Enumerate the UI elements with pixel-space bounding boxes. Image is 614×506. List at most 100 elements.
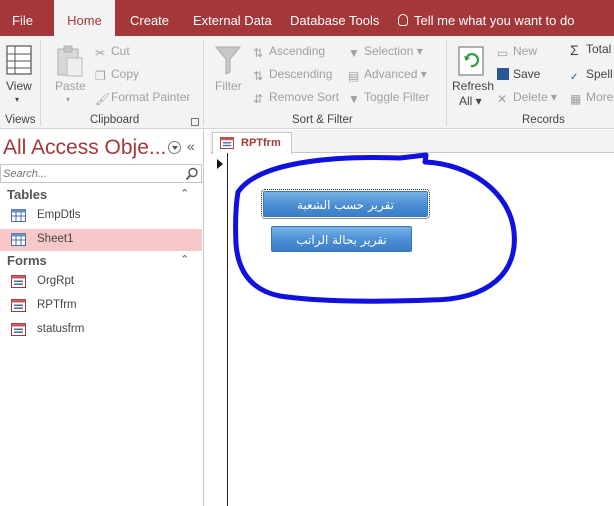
document-area: RPTfrm تقرير حسب الشعبة تقرير بحالة الرا… — [210, 130, 614, 506]
filter-icon — [214, 46, 242, 75]
paste-icon — [57, 45, 83, 77]
sigma-icon: Σ — [570, 42, 579, 58]
advanced-label: Advanced — [364, 67, 418, 81]
nav-search-input[interactable] — [3, 166, 179, 181]
form-icon — [11, 299, 26, 312]
cut-label: Cut — [111, 44, 130, 58]
ascending-label: Ascending — [269, 44, 326, 58]
new-record-icon: ▭ — [497, 46, 509, 60]
shutter-bar-close-icon[interactable]: « — [187, 138, 195, 154]
tables-section-header[interactable]: Tables ⌃ — [0, 184, 202, 206]
view-button[interactable]: View — [6, 79, 32, 93]
paste-dropdown-icon[interactable]: ▾ — [66, 95, 70, 104]
new-label: New — [513, 44, 538, 58]
refresh-all-button[interactable]: All ▾ — [459, 94, 482, 108]
nav-item-table[interactable]: EmpDtls — [0, 205, 202, 227]
filter-button[interactable]: Filter — [215, 79, 242, 93]
delete-icon: ✕ — [497, 92, 508, 106]
remove-sort-icon: ⇵ — [253, 92, 264, 106]
brush-icon: 🖌 — [95, 92, 111, 106]
nav-item-label: OrgRpt — [37, 275, 75, 287]
nav-item-form[interactable]: RPTfrm — [0, 295, 202, 317]
more-button[interactable]: ▦ More — [570, 90, 614, 106]
nav-item-form[interactable]: statusfrm — [0, 319, 202, 341]
view-icon — [6, 45, 32, 75]
format-painter-button[interactable]: 🖌Format Painter — [95, 90, 190, 106]
document-tab-rptfrm[interactable]: RPTfrm — [212, 132, 292, 154]
totals-label: Total — [586, 42, 612, 56]
clipboard-launcher-icon[interactable] — [191, 118, 199, 126]
form-icon — [11, 275, 26, 288]
save-icon — [497, 68, 509, 80]
totals-button[interactable]: Σ Total — [570, 42, 612, 58]
refresh-button[interactable]: Refresh — [452, 79, 494, 93]
forms-section-header[interactable]: Forms ⌃ — [0, 250, 202, 272]
collapse-section-icon[interactable]: ⌃ — [180, 187, 189, 200]
view-dropdown-icon[interactable]: ▾ — [15, 95, 19, 104]
records-group-label: Records — [522, 114, 565, 126]
ribbon-separator — [446, 40, 447, 126]
views-group-label: Views — [5, 114, 36, 126]
table-icon — [11, 209, 26, 222]
nav-item-table[interactable]: Sheet1 — [0, 229, 202, 251]
tell-me-box[interactable]: Tell me what you want to do — [398, 0, 574, 36]
nav-search-box — [0, 164, 202, 183]
ribbon-separator — [203, 40, 204, 126]
nav-item-label: Sheet1 — [37, 233, 74, 245]
cut-button[interactable]: ✂ Cut — [95, 44, 130, 60]
document-tab-label: RPTfrm — [241, 137, 281, 149]
spelling-button[interactable]: ✓ Spell — [570, 67, 613, 84]
form-icon — [11, 323, 26, 336]
tab-external-data[interactable]: External Data — [193, 0, 272, 36]
nav-item-form[interactable]: OrgRpt — [0, 271, 202, 293]
current-record-arrow-icon — [217, 159, 223, 169]
collapse-section-icon[interactable]: ⌃ — [180, 253, 189, 266]
advanced-button[interactable]: ▤ Advanced ▾ — [348, 67, 427, 83]
copy-button[interactable]: ❐ Copy — [95, 67, 140, 83]
sort-ascending-icon: ⇅ — [253, 46, 264, 60]
access-window: File Home Create External Data Database … — [0, 0, 614, 506]
forms-section-label: Forms — [7, 253, 47, 268]
new-record-button[interactable]: ▭ New — [497, 44, 538, 60]
toggle-filter-button[interactable]: ▼ Toggle Filter — [348, 90, 430, 106]
nav-pane-title[interactable]: All Access Obje... — [3, 136, 166, 160]
clipboard-group-label: Clipboard — [90, 114, 140, 126]
copy-label: Copy — [111, 67, 140, 81]
navigation-pane: All Access Obje... « Tables ⌃ EmpDtls Sh… — [0, 130, 204, 506]
toggle-filter-label: Toggle Filter — [364, 90, 430, 104]
delete-button[interactable]: ✕ Delete ▾ — [497, 90, 557, 106]
nav-pane-menu-icon[interactable] — [168, 141, 181, 154]
more-icon: ▦ — [570, 92, 582, 106]
tab-database-tools[interactable]: Database Tools — [290, 0, 379, 36]
ascending-button[interactable]: ⇅ Ascending — [253, 44, 326, 60]
scissors-icon: ✂ — [95, 46, 106, 60]
report-by-division-button[interactable]: تقرير حسب الشعبة — [261, 189, 430, 219]
refresh-icon — [458, 46, 484, 76]
search-icon[interactable] — [185, 167, 199, 181]
remove-sort-label: Remove Sort — [269, 90, 340, 104]
paste-button[interactable]: Paste — [55, 79, 86, 93]
descending-button[interactable]: ⇅ Descending — [253, 67, 333, 83]
save-button[interactable]: Save — [497, 67, 540, 81]
more-label: More — [586, 90, 614, 104]
table-icon — [11, 233, 26, 246]
remove-sort-button[interactable]: ⇵ Remove Sort — [253, 90, 340, 106]
ribbon-tab-bar: File Home Create External Data Database … — [0, 0, 614, 37]
selection-button[interactable]: ▼ Selection ▾ — [348, 44, 423, 60]
spelling-label: Spell — [586, 67, 613, 81]
toggle-filter-icon: ▼ — [348, 92, 360, 106]
lightbulb-icon — [398, 14, 408, 26]
spelling-icon: ✓ — [570, 72, 579, 83]
advanced-filter-icon: ▤ — [348, 69, 360, 83]
tab-home[interactable]: Home — [54, 0, 115, 37]
tab-file[interactable]: File — [0, 0, 45, 36]
document-tab-strip: RPTfrm — [210, 130, 614, 154]
selection-filter-icon: ▼ — [348, 46, 360, 60]
selection-label: Selection — [364, 44, 414, 58]
record-selector[interactable] — [210, 153, 228, 506]
descending-label: Descending — [269, 67, 333, 81]
tables-section-label: Tables — [7, 187, 48, 202]
report-by-salary-status-button[interactable]: تقرير بحالة الراتب — [271, 226, 412, 252]
form-icon — [220, 137, 234, 149]
tab-create[interactable]: Create — [130, 0, 169, 36]
